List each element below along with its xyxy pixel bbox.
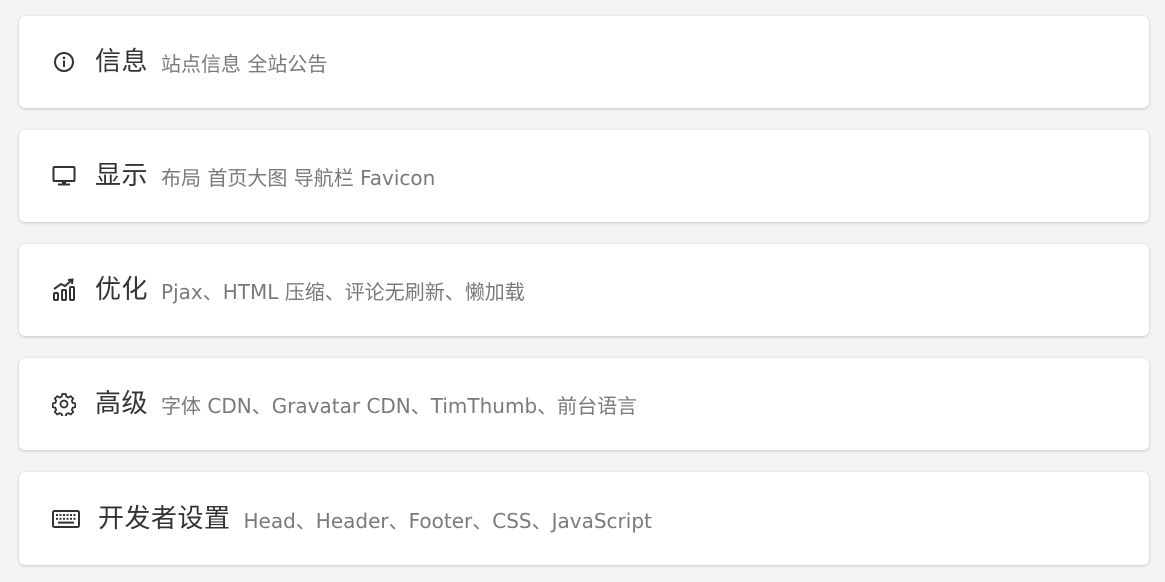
card-description: 字体 CDN、Gravatar CDN、TimThumb、前台语言 [161,394,638,418]
chart-growth-icon [52,278,76,302]
card-description: 布局 首页大图 导航栏 Favicon [161,166,436,190]
card-title: 信息 [95,47,149,77]
card-description: 站点信息 全站公告 [161,52,328,76]
settings-card-info[interactable]: 信息 站点信息 全站公告 [19,16,1149,108]
card-description: Head、Header、Footer、CSS、JavaScript [243,508,652,533]
card-description: Pjax、HTML 压缩、评论无刷新、懒加载 [161,280,525,304]
settings-card-optimization[interactable]: 优化 Pjax、HTML 压缩、评论无刷新、懒加载 [19,244,1149,336]
info-circle-icon [52,50,76,74]
gear-icon [52,392,76,416]
card-title: 显示 [95,161,149,191]
card-title: 高级 [95,389,149,419]
card-title: 优化 [95,275,149,305]
settings-card-developer[interactable]: 开发者设置 Head、Header、Footer、CSS、JavaScript [19,472,1149,565]
settings-card-list: 信息 站点信息 全站公告 显示 布局 首页大图 导航栏 Favicon 优化 P… [0,0,1165,582]
keyboard-icon [52,507,80,531]
settings-card-advanced[interactable]: 高级 字体 CDN、Gravatar CDN、TimThumb、前台语言 [19,358,1149,450]
card-title: 开发者设置 [98,503,231,534]
settings-card-display[interactable]: 显示 布局 首页大图 导航栏 Favicon [19,130,1149,222]
monitor-icon [52,164,76,188]
